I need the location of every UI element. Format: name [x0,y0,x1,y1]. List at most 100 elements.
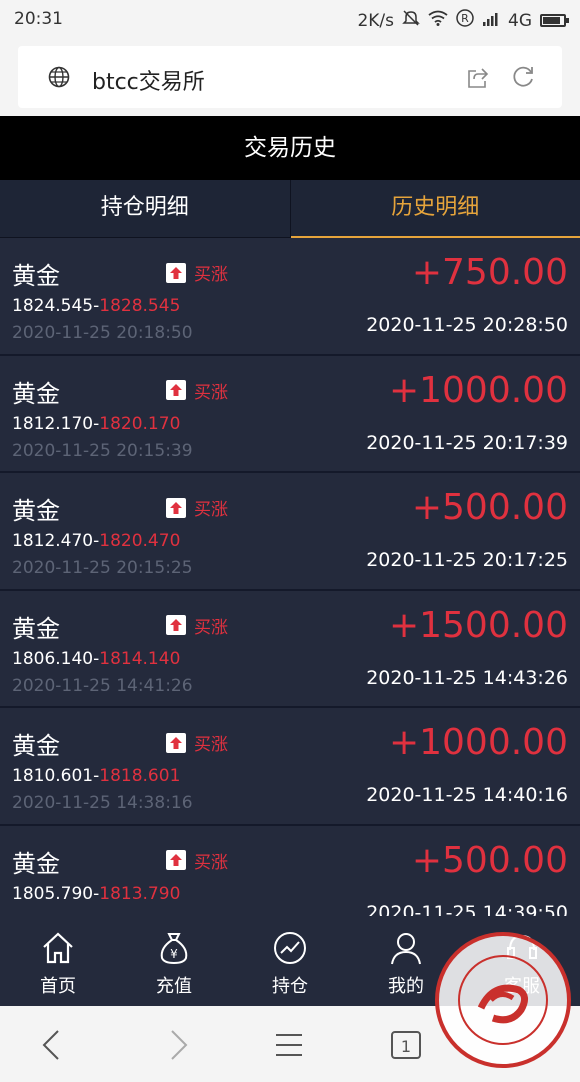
profit-amount: +1000.00 [388,369,568,411]
asset-name: 黄金 [12,732,60,761]
history-list[interactable]: 黄金 买涨 1824.545-1828.545 2020-11-25 20:18… [0,238,580,916]
direction-label: 买涨 [194,617,228,638]
direction-label: 买涨 [194,382,228,403]
tab-history[interactable]: 历史明细 [290,180,580,238]
list-item[interactable]: 黄金 买涨 1812.170-1820.170 2020-11-25 20:15… [0,355,580,474]
battery-icon [540,14,569,27]
close-time: 2020-11-25 20:17:39 [366,431,568,454]
direction-badge: 买涨 [166,730,228,755]
direction-badge: 买涨 [166,495,228,520]
profit-amount: +500.00 [411,839,568,881]
direction-badge: 买涨 [166,378,228,403]
direction-label: 买涨 [194,500,228,521]
profit-amount: +1500.00 [388,604,568,646]
price-range: 1810.601-1818.601 [12,766,180,786]
profit-amount: +1000.00 [388,722,568,764]
up-arrow-icon [166,262,186,283]
profit-amount: +500.00 [411,487,568,529]
close-time: 2020-11-25 20:17:25 [366,549,568,572]
chart-icon [272,930,308,966]
forward-icon[interactable] [166,1028,192,1066]
up-arrow-icon [166,615,186,636]
nav-positions[interactable]: 持仓 [232,916,348,1006]
status-bar: 20:31 2K/s R 4G [0,0,580,40]
list-item[interactable]: 黄金 买涨 1810.601-1818.601 2020-11-25 14:38… [0,708,580,826]
open-time: 2020-11-25 14:41:26 [12,675,193,696]
price-range: 1812.170-1820.170 [12,414,180,434]
direction-badge: 买涨 [166,260,228,285]
price-range: 1805.790-1813.790 [12,884,180,904]
asset-name: 黄金 [12,614,60,643]
close-time: 2020-11-25 14:43:26 [366,666,568,689]
open-price: 1812.170 [12,413,94,434]
nav-label: 我的 [388,976,424,997]
tab-bar: 持仓明细 历史明细 [0,180,580,238]
url-box[interactable]: btcc交易所 [18,46,562,108]
nav-label: 充值 [156,976,192,997]
status-time: 20:31 [14,9,63,29]
tab-positions[interactable]: 持仓明细 [0,180,291,237]
direction-label: 买涨 [194,735,228,756]
nav-home[interactable]: 首页 [0,916,116,1006]
nav-label: 持仓 [272,976,308,997]
nav-label: 首页 [40,976,76,997]
list-item[interactable]: 黄金 买涨 1805.790-1813.790 +500.00 2020-11-… [0,825,580,916]
svg-text:R: R [461,12,469,25]
direction-label: 买涨 [194,265,228,285]
open-price: 1806.140 [12,648,94,669]
up-arrow-icon [166,380,186,401]
open-price: 1812.470 [12,531,94,552]
close-price: 1818.601 [99,766,181,787]
close-price: 1813.790 [99,883,181,904]
mute-icon [402,9,420,32]
list-item[interactable]: 黄金 买涨 1812.470-1820.470 2020-11-25 20:15… [0,473,580,591]
page-title: 交易历史 [0,116,580,180]
up-arrow-icon [166,497,186,518]
home-icon [40,930,76,966]
user-icon [388,930,424,966]
network-speed: 2K/s [357,10,394,31]
network-type: 4G [508,10,532,31]
registered-icon: R [456,9,474,32]
nav-recharge[interactable]: ¥ 充值 [116,916,232,1006]
asset-name: 黄金 [12,262,60,290]
profit-amount: +750.00 [411,252,568,293]
open-time: 2020-11-25 14:38:16 [12,793,193,814]
browser-address-bar: btcc交易所 [0,40,580,116]
reload-icon[interactable] [510,64,536,94]
open-time: 2020-11-25 20:15:25 [12,558,193,579]
open-time: 2020-11-25 20:15:39 [12,440,193,461]
close-price: 1820.170 [99,413,181,434]
watermark-seal [433,930,573,1070]
globe-icon [48,66,70,88]
price-range: 1812.470-1820.470 [12,531,180,551]
url-text[interactable]: btcc交易所 [92,64,205,96]
money-bag-icon: ¥ [156,930,192,966]
list-item[interactable]: 黄金 买涨 1824.545-1828.545 2020-11-25 20:18… [0,238,580,356]
share-icon[interactable] [466,66,490,94]
direction-badge: 买涨 [166,848,228,873]
up-arrow-icon [166,732,186,753]
direction-label: 买涨 [194,852,228,873]
tab-count: 1 [401,1037,411,1056]
price-range: 1806.140-1814.140 [12,649,180,669]
asset-name: 黄金 [12,849,60,878]
signal-icon [482,11,500,31]
close-price: 1828.545 [99,296,181,316]
tabs-icon[interactable]: 1 [390,1028,422,1066]
menu-icon[interactable] [274,1028,304,1066]
close-time: 2020-11-25 14:39:50 [366,901,568,916]
wifi-icon [428,10,448,31]
back-icon[interactable] [38,1028,64,1066]
svg-text:¥: ¥ [170,947,178,961]
direction-badge: 买涨 [166,613,228,638]
close-time: 2020-11-25 14:40:16 [366,784,568,807]
open-time: 2020-11-25 20:18:50 [12,323,193,343]
asset-name: 黄金 [12,497,60,526]
close-price: 1820.470 [99,531,181,552]
open-price: 1805.790 [12,883,94,904]
status-icons: 2K/s R 4G [357,9,569,32]
close-time: 2020-11-25 20:28:50 [366,314,568,336]
up-arrow-icon [166,850,186,871]
list-item[interactable]: 黄金 买涨 1806.140-1814.140 2020-11-25 14:41… [0,590,580,709]
